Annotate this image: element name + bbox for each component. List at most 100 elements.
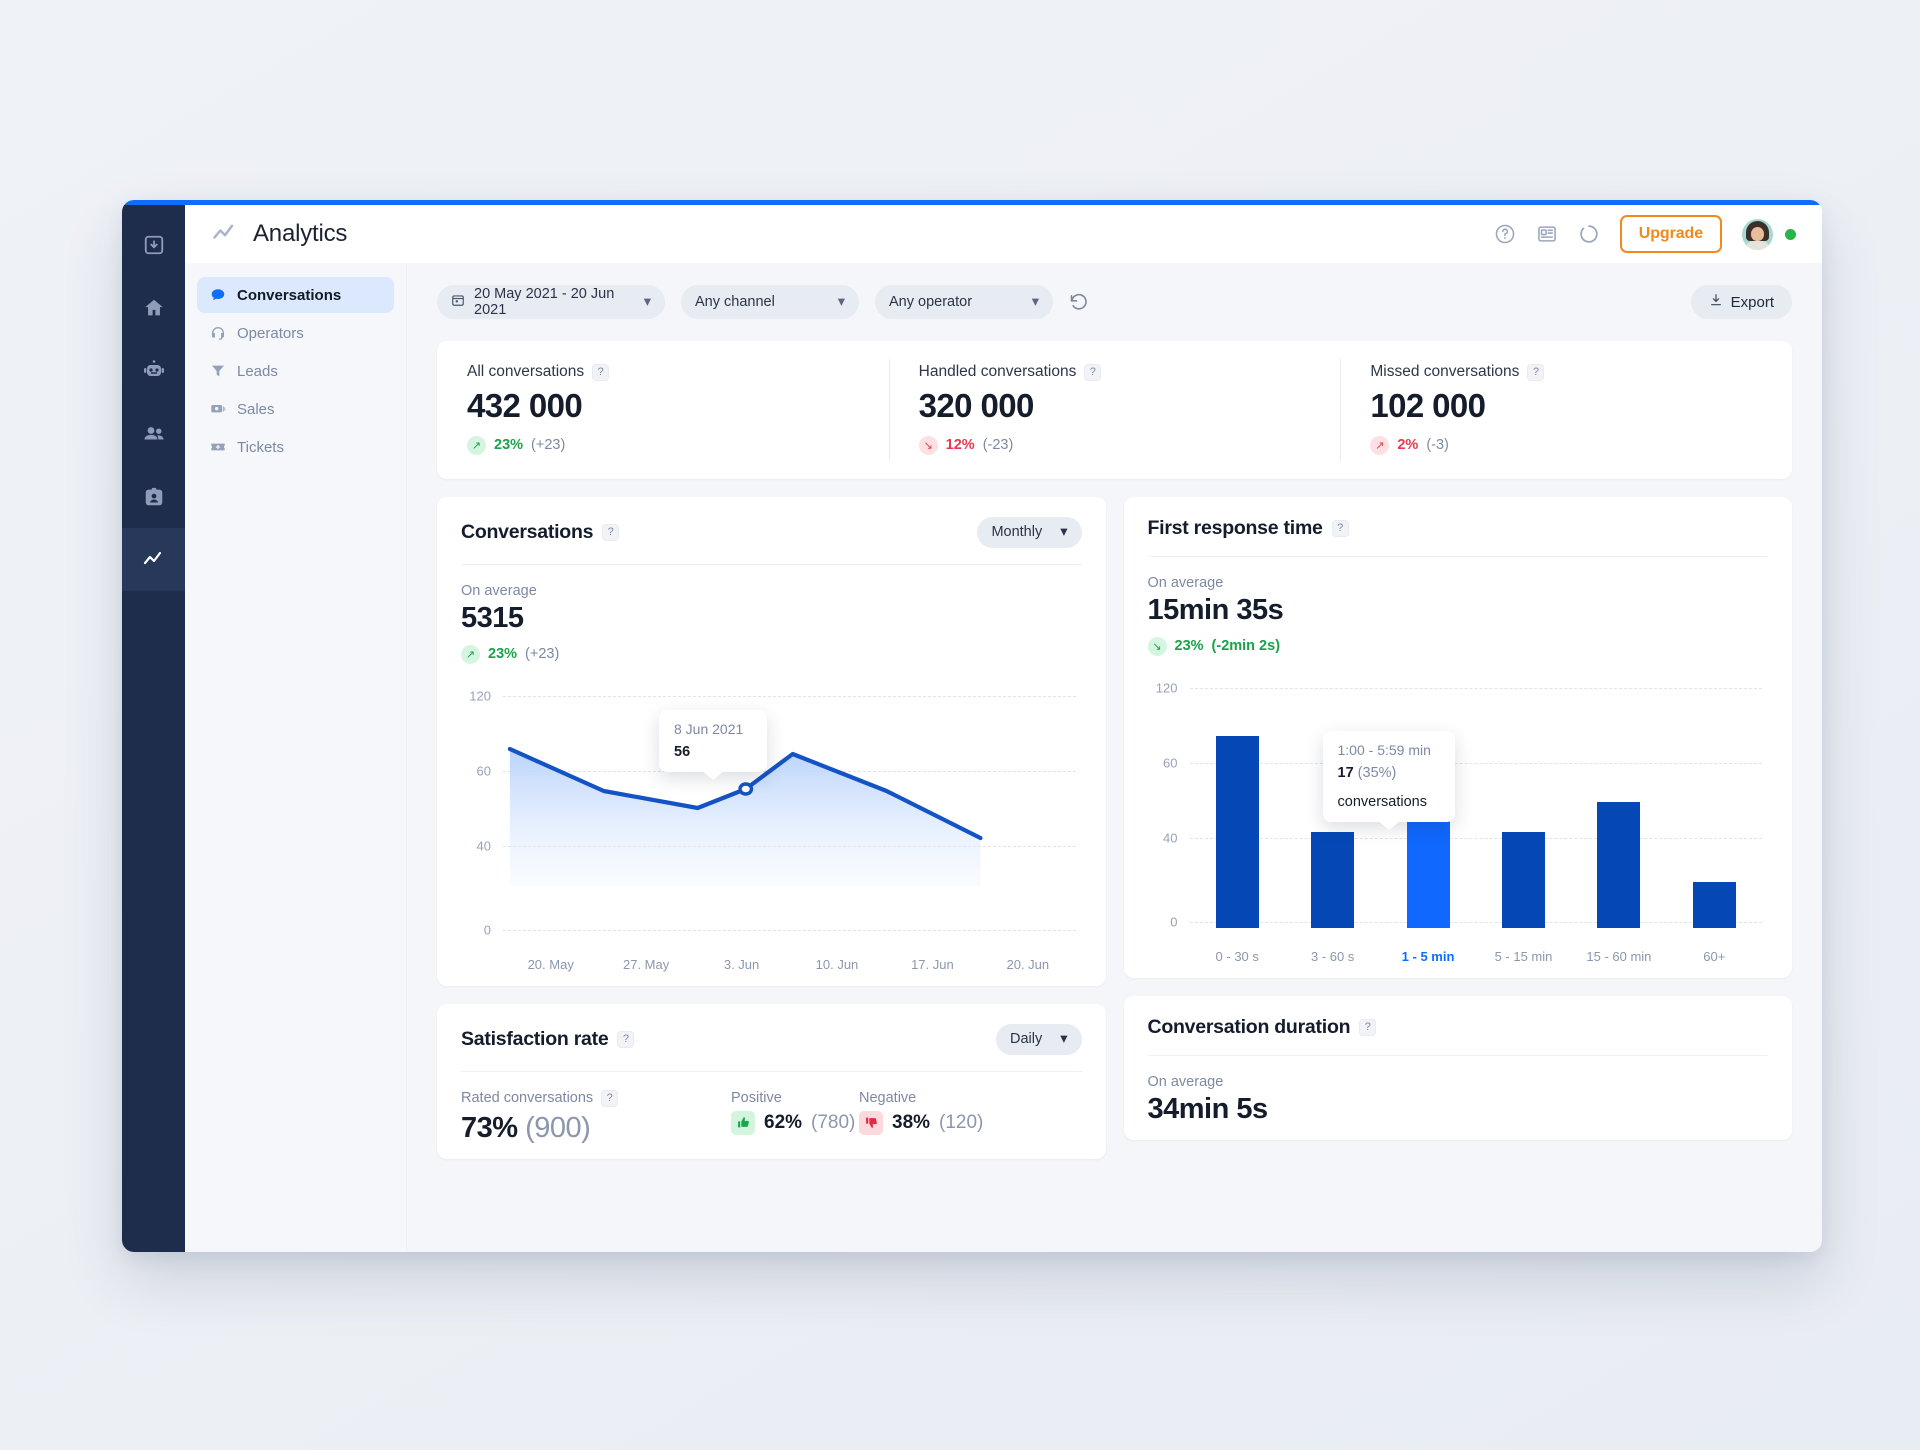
charts-grid: Conversations ? Monthly ▾ On average 531…: [437, 496, 1792, 1159]
average-value: 34min 5s: [1147, 1092, 1269, 1125]
help-tooltip-icon[interactable]: ?: [617, 1030, 635, 1048]
sidebar-item-sales[interactable]: Sales: [197, 391, 394, 427]
chevron-down-icon: ▾: [1060, 1031, 1068, 1048]
kpi-delta: ↗ 2% (-3): [1370, 435, 1762, 455]
export-button[interactable]: Export: [1690, 285, 1792, 319]
rail-item-analytics[interactable]: [122, 528, 185, 591]
rail-item-inbox[interactable]: [122, 213, 185, 276]
card-title: Conversation duration: [1147, 1015, 1351, 1038]
kpi-card: All conversations ? 432 000 ↗ 23% (+23): [437, 341, 1792, 479]
kpi-delta: ↗ 23% (+23): [467, 435, 859, 455]
rated-value: 73% (900): [461, 1112, 731, 1145]
sidebar-item-operators[interactable]: Operators: [197, 315, 394, 351]
sidebar-item-label: Sales: [237, 400, 275, 418]
negative-label: Negative: [859, 1089, 917, 1106]
granularity-select[interactable]: Monthly ▾: [977, 516, 1082, 548]
chevron-down-icon: ▾: [837, 294, 845, 310]
average-value: 5315: [461, 601, 524, 634]
negative-count: (120): [939, 1111, 984, 1133]
kpi-value: 102 000: [1370, 387, 1486, 424]
bar[interactable]: [1311, 831, 1355, 928]
rail-item-chatbot[interactable]: [122, 339, 185, 402]
sidebar-item-conversations[interactable]: Conversations: [197, 277, 394, 313]
x-tick: 20. Jun: [1006, 956, 1050, 972]
positive-label: Positive: [731, 1089, 782, 1106]
bar-chart-tooltip: 1:00 - 5:59 min 17 (35%) conversations: [1322, 730, 1455, 822]
card-title: First response time: [1147, 516, 1323, 539]
help-tooltip-icon[interactable]: ?: [602, 523, 620, 541]
tooltip-unit: conversations: [1337, 793, 1427, 810]
line-x-axis: 20. May 27. May 3. Jun 10. Jun 17. Jun 2…: [503, 957, 1076, 972]
chevron-down-icon: ▾: [1060, 524, 1068, 541]
rail-item-home[interactable]: [122, 276, 185, 339]
news-icon[interactable]: [1536, 223, 1558, 245]
trend-down-icon: ↘: [918, 435, 938, 455]
sidebar-item-label: Conversations: [237, 286, 342, 304]
help-tooltip-icon[interactable]: ?: [1527, 363, 1545, 381]
first-response-bar-chart: 120 60 40 0 1:00 - 5:59 min 17 (35%) con…: [1148, 678, 1769, 964]
status-badge: [1785, 228, 1796, 240]
y-tick: 0: [483, 922, 491, 938]
help-tooltip-icon[interactable]: ?: [1084, 363, 1102, 381]
rail-item-contacts[interactable]: [122, 402, 185, 465]
tooltip-percent: (35%): [1357, 764, 1397, 781]
thumbs-up-icon: [731, 1110, 755, 1135]
card-delta-pct: 23%: [488, 646, 518, 663]
positive-block: Positive 62% (780): [731, 1090, 859, 1145]
bar-slot[interactable]: [1190, 678, 1285, 928]
y-tick: 120: [469, 688, 491, 704]
sidebar-item-tickets[interactable]: Tickets: [197, 429, 394, 465]
upgrade-button[interactable]: Upgrade: [1619, 215, 1722, 253]
charts-left-column: Conversations ? Monthly ▾ On average 531…: [437, 496, 1106, 1159]
line-series: [503, 686, 1076, 886]
card-delta-abs: (+23): [525, 646, 560, 663]
help-tooltip-icon[interactable]: ?: [1331, 519, 1349, 537]
x-tick: 0 - 30 s: [1215, 948, 1259, 964]
bar[interactable]: [1501, 831, 1545, 928]
y-tick: 40: [1163, 830, 1178, 846]
tooltip-value: 17 (35%): [1338, 765, 1440, 781]
refresh-spinner-icon[interactable]: [1578, 223, 1600, 245]
bar-slot[interactable]: [1667, 678, 1762, 928]
help-tooltip-icon[interactable]: ?: [601, 1089, 619, 1107]
sidebar-item-leads[interactable]: Leads: [197, 353, 394, 389]
bar-x-axis: 0 - 30 s 3 - 60 s 1 - 5 min 5 - 15 min 1…: [1190, 949, 1763, 964]
bar[interactable]: [1692, 881, 1736, 928]
x-tick: 17. Jun: [911, 956, 954, 972]
x-tick: 27. May: [623, 956, 670, 972]
trend-up-icon: ↗: [461, 644, 480, 664]
kpi-delta-pct: 12%: [945, 437, 975, 454]
help-tooltip-icon[interactable]: ?: [1359, 1018, 1377, 1036]
operator-select[interactable]: Any operator ▾: [875, 285, 1053, 319]
help-circle-icon[interactable]: [1494, 223, 1516, 245]
analytics-icon: [142, 548, 166, 572]
x-tick: 15 - 60 min: [1586, 948, 1652, 964]
divider: [461, 1070, 1082, 1072]
page-title: Analytics: [253, 220, 348, 247]
bar[interactable]: [1597, 801, 1641, 928]
operator-value: Any operator: [889, 294, 973, 310]
bar-slot[interactable]: [1476, 678, 1571, 928]
app-window: Analytics Upgrade Conversations Operator…: [122, 200, 1822, 1252]
reset-filters-button[interactable]: [1069, 292, 1089, 312]
channel-select[interactable]: Any channel ▾: [681, 285, 859, 319]
bar-series: [1190, 678, 1763, 928]
tooltip-count: 17: [1337, 764, 1354, 781]
kpi-label: Handled conversations: [918, 363, 1077, 380]
line-chart-tooltip: 8 Jun 2021 56: [659, 709, 767, 772]
granularity-select[interactable]: Daily ▾: [995, 1023, 1082, 1055]
help-tooltip-icon[interactable]: ?: [592, 363, 610, 381]
bar-slot[interactable]: [1571, 678, 1666, 928]
rail-item-id-card[interactable]: [122, 465, 185, 528]
date-range-picker[interactable]: 20 May 2021 - 20 Jun 2021 ▾: [437, 285, 665, 319]
account-area[interactable]: [1742, 218, 1796, 250]
bar[interactable]: [1215, 735, 1259, 928]
kpi-delta-abs: (-23): [982, 437, 1014, 454]
card-delta-abs: (-2min 2s): [1211, 638, 1281, 655]
chat-bubble-icon: [210, 287, 226, 303]
card-delta: ↘ 23% (-2min 2s): [1147, 636, 1769, 656]
y-tick: 60: [476, 763, 491, 779]
avatar[interactable]: [1742, 218, 1773, 250]
conversation-duration-card: Conversation duration ? On average 34min…: [1123, 995, 1792, 1140]
trend-down-icon: ↘: [1147, 636, 1167, 656]
